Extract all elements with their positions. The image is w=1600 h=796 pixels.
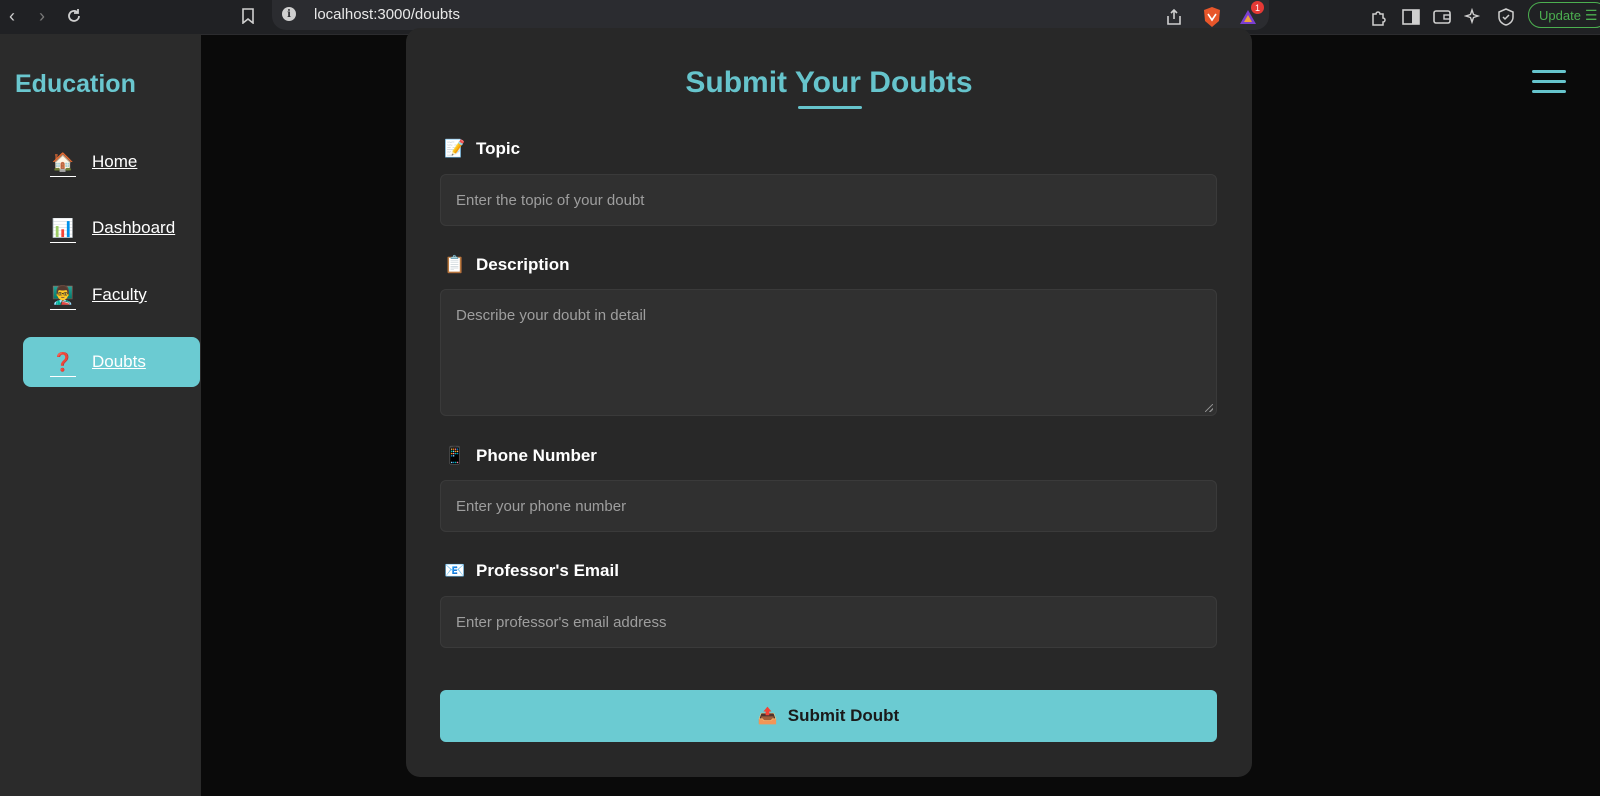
reload-icon[interactable] [62, 4, 86, 28]
envelope-icon: 📧 [444, 561, 466, 580]
mobile-phone-icon: 📱 [444, 446, 466, 465]
back-icon[interactable]: ‹ [0, 4, 24, 28]
email-label-text: Professor's Email [476, 561, 619, 580]
phone-label: 📱 Phone Number [444, 445, 597, 467]
wallet-icon[interactable] [1433, 5, 1451, 29]
forward-icon[interactable]: › [30, 4, 54, 28]
description-label: 📋 Description [444, 254, 570, 276]
email-placeholder: Enter professor's email address [456, 613, 667, 631]
sidebar-toggle-icon[interactable] [1402, 5, 1420, 29]
topic-label-text: Topic [476, 139, 521, 158]
sidebar-item-label[interactable]: Dashboard [92, 218, 175, 238]
sidebar-item-home[interactable]: 🏠 Home [23, 137, 200, 187]
brand-title[interactable]: Education [15, 70, 136, 99]
address-bar[interactable]: i localhost:3000/doubts [272, 0, 1269, 30]
description-label-text: Description [476, 255, 570, 274]
sidebar-item-label[interactable]: Faculty [92, 285, 147, 305]
sidebar-item-label[interactable]: Doubts [92, 352, 146, 372]
teacher-icon: 👨‍🏫 [48, 285, 78, 310]
phone-input[interactable]: Enter your phone number [440, 480, 1217, 532]
form-title: Submit Your Doubts [685, 66, 973, 99]
brave-shield-icon[interactable] [1202, 5, 1222, 29]
phone-label-text: Phone Number [476, 446, 597, 465]
hamburger-menu-icon[interactable] [1532, 70, 1566, 94]
question-mark-icon: ❓ [48, 352, 78, 377]
topic-placeholder: Enter the topic of your doubt [456, 191, 645, 209]
sidebar-item-faculty[interactable]: 👨‍🏫 Faculty [23, 270, 200, 320]
outbox-icon: 📤 [757, 708, 778, 725]
email-input[interactable]: Enter professor's email address [440, 596, 1217, 648]
bookmark-icon[interactable] [236, 4, 260, 28]
menu-icon: ☰ [1584, 6, 1598, 23]
update-label: Update [1539, 7, 1581, 23]
description-textarea[interactable]: Describe your doubt in detail [440, 289, 1217, 416]
bar-chart-icon: 📊 [48, 218, 78, 243]
submit-doubt-button[interactable]: 📤 Submit Doubt [440, 690, 1217, 742]
url-text: localhost:3000/doubts [314, 5, 460, 23]
email-label: 📧 Professor's Email [444, 560, 619, 582]
topic-input[interactable]: Enter the topic of your doubt [440, 174, 1217, 226]
sidebar: Education 🏠 Home 📊 Dashboard 👨‍🏫 Faculty… [0, 34, 201, 796]
share-icon[interactable] [1165, 5, 1183, 29]
sidebar-item-doubts[interactable]: ❓ Doubts [23, 337, 200, 387]
submit-label: Submit Doubt [787, 706, 900, 725]
description-placeholder: Describe your doubt in detail [456, 307, 647, 324]
memo-icon: 📝 [444, 139, 466, 158]
phone-placeholder: Enter your phone number [456, 497, 627, 515]
vpn-icon[interactable] [1497, 5, 1515, 29]
title-underline [798, 106, 862, 109]
topic-label: 📝 Topic [444, 138, 520, 160]
resize-handle-icon[interactable] [1205, 404, 1213, 412]
sidebar-item-label[interactable]: Home [92, 152, 137, 172]
update-button[interactable]: Update ☰ [1528, 2, 1600, 28]
leo-ai-icon[interactable] [1464, 5, 1482, 29]
sidebar-item-dashboard[interactable]: 📊 Dashboard [23, 203, 200, 253]
doubt-form-card: Submit Your Doubts 📝 Topic Enter the top… [406, 28, 1252, 777]
home-icon: 🏠 [48, 152, 78, 177]
notification-badge: 1 [1251, 1, 1264, 14]
extensions-icon[interactable] [1370, 5, 1388, 29]
clipboard-icon: 📋 [444, 255, 466, 274]
site-info-icon[interactable]: i [282, 7, 296, 21]
